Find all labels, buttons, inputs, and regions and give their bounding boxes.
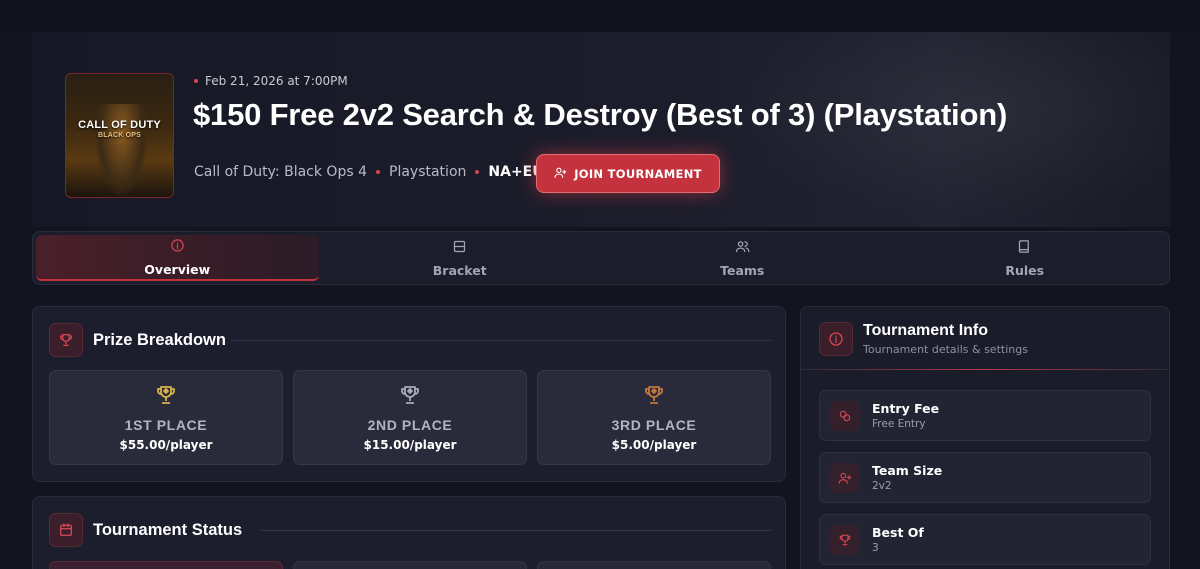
- prize-second-place: 2ND PLACE $15.00/player: [293, 370, 527, 465]
- place-name: 1ST PLACE: [124, 417, 208, 433]
- section-title: Tournament Info: [863, 322, 989, 339]
- game-name: Call of Duty: Black Ops 4: [194, 164, 367, 180]
- join-tournament-label: JOIN TOURNAMENT: [574, 166, 702, 181]
- prize-third-place: 3RD PLACE $5.00/player: [537, 370, 771, 465]
- tournament-status-card: Tournament Status: [32, 496, 786, 569]
- join-tournament-button[interactable]: JOIN TOURNAMENT: [536, 154, 720, 193]
- tab-rules[interactable]: Rules: [884, 235, 1167, 281]
- prize-first-place: 1ST PLACE $55.00/player: [49, 370, 283, 465]
- tab-label: Bracket: [432, 262, 487, 278]
- bracket-icon: [452, 239, 467, 257]
- status-step: [537, 561, 771, 569]
- section-title: Tournament Status: [93, 520, 243, 539]
- event-date: Feb 21, 2026 at 7:00PM: [205, 74, 348, 88]
- tab-label: Overview: [144, 261, 211, 277]
- tournament-tabs: Overview Bracket Teams Rules: [32, 231, 1170, 285]
- place-amount: $55.00/player: [119, 438, 213, 452]
- divider: [801, 369, 1169, 370]
- info-list: Entry Fee Free Entry Team Size 2v2 Best …: [819, 390, 1151, 565]
- event-date-row: Feb 21, 2026 at 7:00PM: [194, 74, 348, 88]
- coins-icon: [830, 400, 860, 431]
- status-steps: [49, 561, 771, 569]
- trophy-icon: [830, 524, 860, 555]
- info-label: Best Of: [872, 525, 924, 540]
- prize-breakdown-header: Prize Breakdown: [49, 323, 226, 357]
- divider: [261, 530, 771, 531]
- platform-name: Playstation: [389, 164, 467, 180]
- tab-label: Teams: [720, 262, 765, 278]
- tab-overview[interactable]: Overview: [36, 235, 319, 281]
- info-item-entry-fee: Entry Fee Free Entry: [819, 390, 1151, 441]
- calendar-icon: [49, 513, 83, 547]
- user-plus-icon: [830, 462, 860, 493]
- place-name: 2ND PLACE: [367, 417, 453, 433]
- place-amount: $5.00/player: [611, 438, 697, 452]
- date-dot: [194, 79, 198, 83]
- game-cover-image: CALL OF DUTY BLACK OPS: [65, 73, 174, 198]
- prize-breakdown-card: Prize Breakdown 1ST PLACE $55.00/player …: [32, 306, 786, 482]
- prize-places: 1ST PLACE $55.00/player 2ND PLACE $15.00…: [49, 370, 771, 465]
- info-icon: [170, 238, 185, 256]
- meta-dot: [376, 170, 380, 174]
- silver-trophy-icon: [398, 383, 422, 417]
- tab-label: Rules: [1005, 262, 1045, 278]
- meta-dot: [475, 170, 480, 174]
- section-subtitle: Tournament details & settings: [863, 343, 1028, 356]
- users-icon: [735, 239, 750, 257]
- status-step: [293, 561, 527, 569]
- info-icon: [819, 322, 853, 356]
- info-label: Entry Fee: [872, 401, 940, 416]
- book-icon: [1017, 239, 1032, 257]
- tab-bracket[interactable]: Bracket: [319, 235, 602, 281]
- divider: [231, 340, 771, 341]
- info-value: Free Entry: [872, 418, 926, 430]
- tab-teams[interactable]: Teams: [601, 235, 884, 281]
- tournament-info-header: Tournament Info Tournament details & set…: [819, 322, 1028, 356]
- info-item-best-of: Best Of 3: [819, 514, 1151, 565]
- top-strip: [0, 0, 1200, 32]
- trophy-icon: [49, 323, 83, 357]
- status-step: [49, 561, 283, 569]
- gold-trophy-icon: [154, 383, 178, 417]
- user-plus-icon: [554, 166, 567, 182]
- place-name: 3RD PLACE: [611, 417, 697, 433]
- bronze-trophy-icon: [642, 383, 666, 417]
- section-title: Prize Breakdown: [93, 330, 226, 349]
- info-item-team-size: Team Size 2v2: [819, 452, 1151, 503]
- tournament-title: $150 Free 2v2 Search & Destroy (Best of …: [193, 97, 1008, 132]
- info-value: 3: [872, 542, 879, 554]
- tournament-info-card: Tournament Info Tournament details & set…: [800, 306, 1170, 569]
- info-value: 2v2: [872, 480, 892, 492]
- place-amount: $15.00/player: [363, 438, 457, 452]
- tournament-meta: Call of Duty: Black Ops 4 Playstation NA…: [194, 164, 544, 180]
- info-label: Team Size: [872, 463, 943, 478]
- game-cover-logo: CALL OF DUTY BLACK OPS: [78, 119, 161, 139]
- tournament-status-header: Tournament Status: [49, 513, 242, 547]
